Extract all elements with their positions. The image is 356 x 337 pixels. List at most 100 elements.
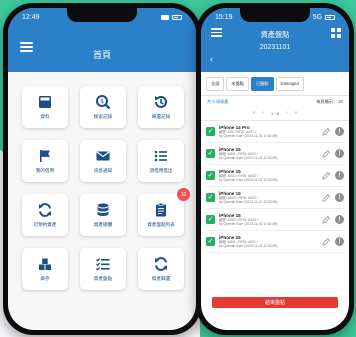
alert-icon[interactable]: ! xyxy=(335,237,344,246)
first-page-button[interactable]: « xyxy=(253,110,256,116)
tab-damaged[interactable]: Damaged xyxy=(275,77,304,91)
asset-list: ✓ iPhone 14 Pro 編號: A00 / RFID: A001 / b… xyxy=(201,121,349,253)
tile-label: 資料 xyxy=(40,114,50,119)
asset-count: 共 6 項資產 xyxy=(207,99,229,104)
list-item[interactable]: ✓ iPhone 15 編號: A002 / RFID: A002 / by Q… xyxy=(206,165,344,187)
tab-checked[interactable]: 已盤點 xyxy=(250,77,274,91)
item-checked-by: by Quentin Kam (2023-11-01 11:52:59) xyxy=(219,178,278,182)
stocktake-screen: 15:19 5G 資產盤點 20231101 ‹ 全部 未盤點 已盤點 Dama… xyxy=(201,8,349,330)
edit-pencil-icon[interactable] xyxy=(321,215,331,225)
alert-icon[interactable]: ! xyxy=(335,193,344,202)
edit-pencil-icon[interactable] xyxy=(321,171,331,181)
battery-icon xyxy=(172,14,182,20)
notification-badge: 10 xyxy=(177,188,190,201)
filter-tabs: 全部 未盤點 已盤點 Damaged xyxy=(201,72,349,96)
alert-icon[interactable]: ! xyxy=(335,127,344,136)
mail-icon xyxy=(96,151,110,161)
item-info: iPhone 15 編號: A001 / RFID: A001 / by Que… xyxy=(219,235,321,249)
tile-stocktake-list[interactable]: 資產盤點列表 10 xyxy=(138,188,190,236)
qr-scan-icon[interactable] xyxy=(331,28,341,38)
status-bar: 15:19 5G xyxy=(201,8,349,26)
pagination: « ‹ 1 - 6 › » xyxy=(201,108,349,121)
next-page-button[interactable]: › xyxy=(286,110,288,116)
tile-label: 歸還記錄 xyxy=(151,114,171,119)
check-icon[interactable]: ✓ xyxy=(206,127,215,136)
tile-label: 資產總攬 xyxy=(93,222,113,227)
edit-pencil-icon[interactable] xyxy=(321,237,331,247)
item-info: iPhone 15 編號: A002 / RFID: A002 / by Que… xyxy=(219,169,321,183)
tile-borrow-list[interactable]: 須借用借出 xyxy=(138,140,184,182)
tile-asset-return[interactable]: 資產歸還 xyxy=(138,248,184,290)
tile-label: 庫存 xyxy=(40,276,50,281)
tile-profile[interactable]: 資料 xyxy=(22,86,68,128)
tile-search-records[interactable]: $ 搜索記錄 xyxy=(80,86,126,128)
list-item[interactable]: ✓ iPhone 15 編號: A003 / RFID: A003 / by Q… xyxy=(206,187,344,209)
tile-label: 訊息通知 xyxy=(93,168,113,173)
list-icon xyxy=(154,150,167,162)
list-item[interactable]: ✓ iPhone 15 編號: A001 / RFID: A002 / by Q… xyxy=(206,143,344,165)
item-info: iPhone 15 編號: A003 / RFID: A003 / by Que… xyxy=(219,213,321,227)
prev-page-button[interactable]: ‹ xyxy=(262,110,264,116)
check-icon[interactable]: ✓ xyxy=(206,193,215,202)
tile-my-borrowing[interactable]: 我的借用 xyxy=(22,140,68,182)
last-page-button[interactable]: » xyxy=(295,110,298,116)
check-icon[interactable]: ✓ xyxy=(206,215,215,224)
home-screen: 12:49 首頁 資料 $ 搜索記錄 歸還記錄 我的借用 訊息通知 須借用借出 … xyxy=(8,8,196,330)
tile-inventory[interactable]: 庫存 xyxy=(22,248,68,290)
history-icon xyxy=(155,95,167,108)
tab-unchecked[interactable]: 未盤點 xyxy=(226,77,249,91)
check-icon[interactable]: ✓ xyxy=(206,237,215,246)
page-title: 首頁 xyxy=(92,50,111,60)
page-range: 1 - 6 xyxy=(270,110,279,116)
tile-label: 須借用借出 xyxy=(149,168,173,173)
alert-icon[interactable]: ! xyxy=(335,149,344,158)
item-checked-by: by Quentin Kam (2023-11-01 11:52:59) xyxy=(219,156,278,160)
item-checked-by: by Quentin Kam (2023-11-01 11:52:59) xyxy=(219,134,278,138)
list-item[interactable]: ✓ iPhone 15 編號: A001 / RFID: A001 / by Q… xyxy=(206,231,344,253)
tile-stocktake[interactable]: 資產盤點 xyxy=(80,248,126,290)
page-size-select[interactable]: 20 xyxy=(338,99,343,104)
finish-stocktake-button[interactable]: 結束盤點 xyxy=(212,297,338,308)
tile-reservable-assets[interactable]: 可預約資產 xyxy=(22,194,68,236)
signal-icon xyxy=(161,14,169,20)
tile-label: 可預約資產 xyxy=(33,222,57,227)
item-info: iPhone 15 編號: A001 / RFID: A002 / by Que… xyxy=(219,147,321,161)
phone-home: 12:49 首頁 資料 $ 搜索記錄 歸還記錄 我的借用 訊息通知 須借用借出 … xyxy=(3,3,201,335)
tile-asset-overview[interactable]: 資產總攬 xyxy=(80,194,126,236)
svg-text:$: $ xyxy=(100,98,104,105)
boxes-icon xyxy=(39,258,51,270)
list-item[interactable]: ✓ iPhone 14 Pro 編號: A00 / RFID: A001 / b… xyxy=(206,121,344,143)
refresh-icon xyxy=(39,203,51,217)
clipboard-icon xyxy=(156,202,166,217)
tile-label: 資產盤點列表 xyxy=(147,222,175,227)
search-dollar-icon: $ xyxy=(96,95,111,110)
check-icon[interactable]: ✓ xyxy=(206,149,215,158)
item-info: iPhone 14 Pro 編號: A00 / RFID: A001 / by … xyxy=(219,125,321,139)
tile-label: 資產盤點 xyxy=(93,276,113,281)
alert-icon[interactable]: ! xyxy=(335,215,344,224)
list-item[interactable]: ✓ iPhone 15 編號: A003 / RFID: A003 / by Q… xyxy=(206,209,344,231)
checklist-icon xyxy=(96,258,110,271)
database-icon xyxy=(97,203,109,216)
page-title: 資產盤點 xyxy=(260,30,290,39)
status-bar: 12:49 xyxy=(8,8,196,26)
status-time: 12:49 xyxy=(22,13,40,21)
tab-all[interactable]: 全部 xyxy=(206,77,225,91)
carrier-label: 5G xyxy=(312,13,322,21)
check-icon[interactable]: ✓ xyxy=(206,171,215,180)
edit-pencil-icon[interactable] xyxy=(321,193,331,203)
page-size-label: 每頁顯示： xyxy=(316,99,338,104)
menu-grid: 資料 $ 搜索記錄 歸還記錄 我的借用 訊息通知 須借用借出 可預約資產 資產總… xyxy=(22,86,190,290)
sync-icon xyxy=(155,257,167,271)
status-time: 15:19 xyxy=(215,13,233,21)
tile-return-records[interactable]: 歸還記錄 xyxy=(138,86,184,128)
edit-pencil-icon[interactable] xyxy=(321,149,331,159)
battery-icon xyxy=(325,14,335,20)
edit-pencil-icon[interactable] xyxy=(321,127,331,137)
tile-notifications[interactable]: 訊息通知 xyxy=(80,140,126,182)
tile-label: 搜索記錄 xyxy=(93,114,113,119)
back-icon[interactable]: ‹ xyxy=(210,54,213,64)
flag-icon xyxy=(40,150,51,162)
alert-icon[interactable]: ! xyxy=(335,171,344,180)
page-subtitle: 20231101 xyxy=(259,44,291,51)
